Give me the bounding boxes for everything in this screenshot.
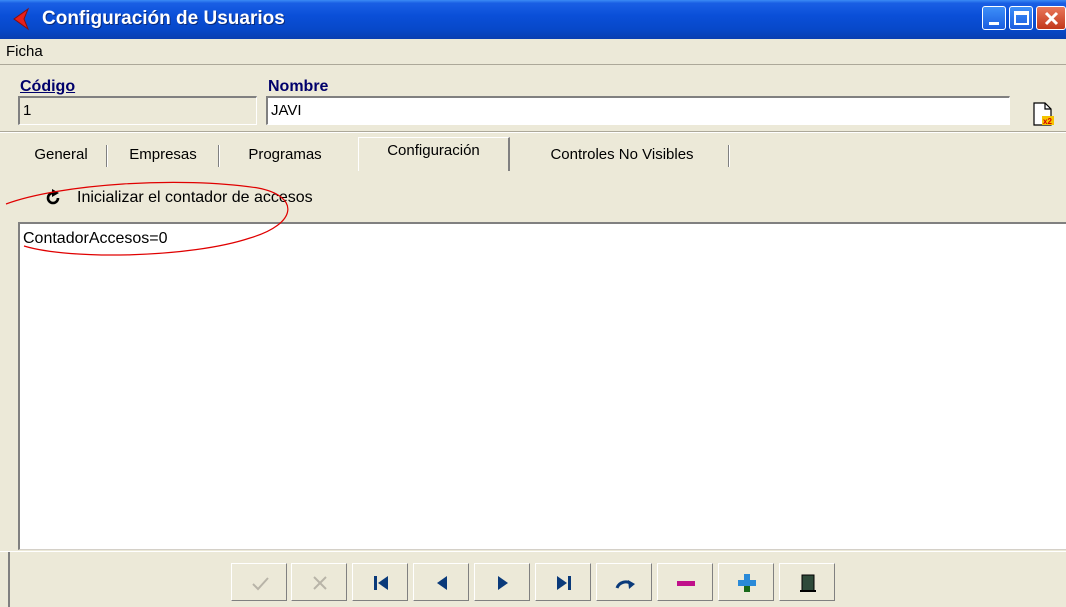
tab-configuracion[interactable]: Configuración: [358, 137, 510, 171]
exit-button[interactable]: [779, 563, 835, 601]
document-x2-icon[interactable]: x2: [1030, 101, 1056, 127]
svg-text:x2: x2: [1043, 117, 1052, 126]
prior-record-icon: [437, 576, 447, 590]
memo-line: ContadorAccesos=0: [23, 230, 168, 247]
delete-button[interactable]: [657, 563, 713, 601]
name-label: Nombre: [268, 78, 329, 95]
maximize-icon: [1014, 11, 1029, 25]
first-record-icon: [374, 576, 388, 590]
close-icon: [1044, 11, 1059, 26]
minimize-button[interactable]: [982, 6, 1006, 30]
red-chevron-left-icon: [13, 7, 30, 31]
close-button[interactable]: [1036, 6, 1066, 30]
separator: [0, 131, 1066, 133]
refresh-icon: [46, 189, 60, 205]
reset-access-counter-label: Inicializar el contador de accesos: [77, 189, 313, 206]
delete-icon: [677, 581, 695, 586]
add-button[interactable]: [718, 563, 774, 601]
refresh-icon: [615, 580, 635, 589]
tab-divider: [218, 145, 220, 167]
last-record-icon: [557, 576, 571, 590]
maximize-button[interactable]: [1009, 6, 1033, 30]
exit-door-icon: [800, 574, 816, 592]
refresh-button[interactable]: [596, 563, 652, 601]
tab-divider: [728, 145, 730, 167]
tab-controles-no-visibles[interactable]: Controles No Visibles: [518, 141, 726, 169]
next-record-button[interactable]: [474, 563, 530, 601]
config-memo[interactable]: ContadorAccesos=0: [18, 222, 1066, 550]
tab-empresas[interactable]: Empresas: [114, 141, 212, 169]
navigator-bar: [0, 551, 1066, 607]
menu-ficha[interactable]: Ficha: [6, 43, 43, 60]
window-title: Configuración de Usuarios: [42, 8, 285, 29]
last-record-button[interactable]: [535, 563, 591, 601]
name-field[interactable]: JAVI: [266, 96, 1010, 125]
record-navigator: [231, 563, 841, 603]
title-bar[interactable]: Configuración de Usuarios: [0, 0, 1066, 39]
code-field: 1: [18, 96, 257, 125]
tab-programas[interactable]: Programas: [226, 141, 344, 169]
menu-bar: Ficha: [0, 39, 1066, 65]
cancel-button[interactable]: [291, 563, 347, 601]
cancel-icon: [313, 576, 327, 590]
confirm-button[interactable]: [231, 563, 287, 601]
confirm-icon: [252, 577, 269, 591]
next-record-icon: [498, 576, 508, 590]
code-label: Código: [20, 78, 76, 95]
user-config-window: Configuración de Usuarios Ficha Código N…: [0, 0, 1066, 607]
first-record-button[interactable]: [352, 563, 408, 601]
add-icon: [738, 574, 756, 592]
tab-divider: [106, 145, 108, 167]
minimize-icon: [989, 22, 999, 25]
prior-record-button[interactable]: [413, 563, 469, 601]
tab-general[interactable]: General: [22, 141, 100, 169]
